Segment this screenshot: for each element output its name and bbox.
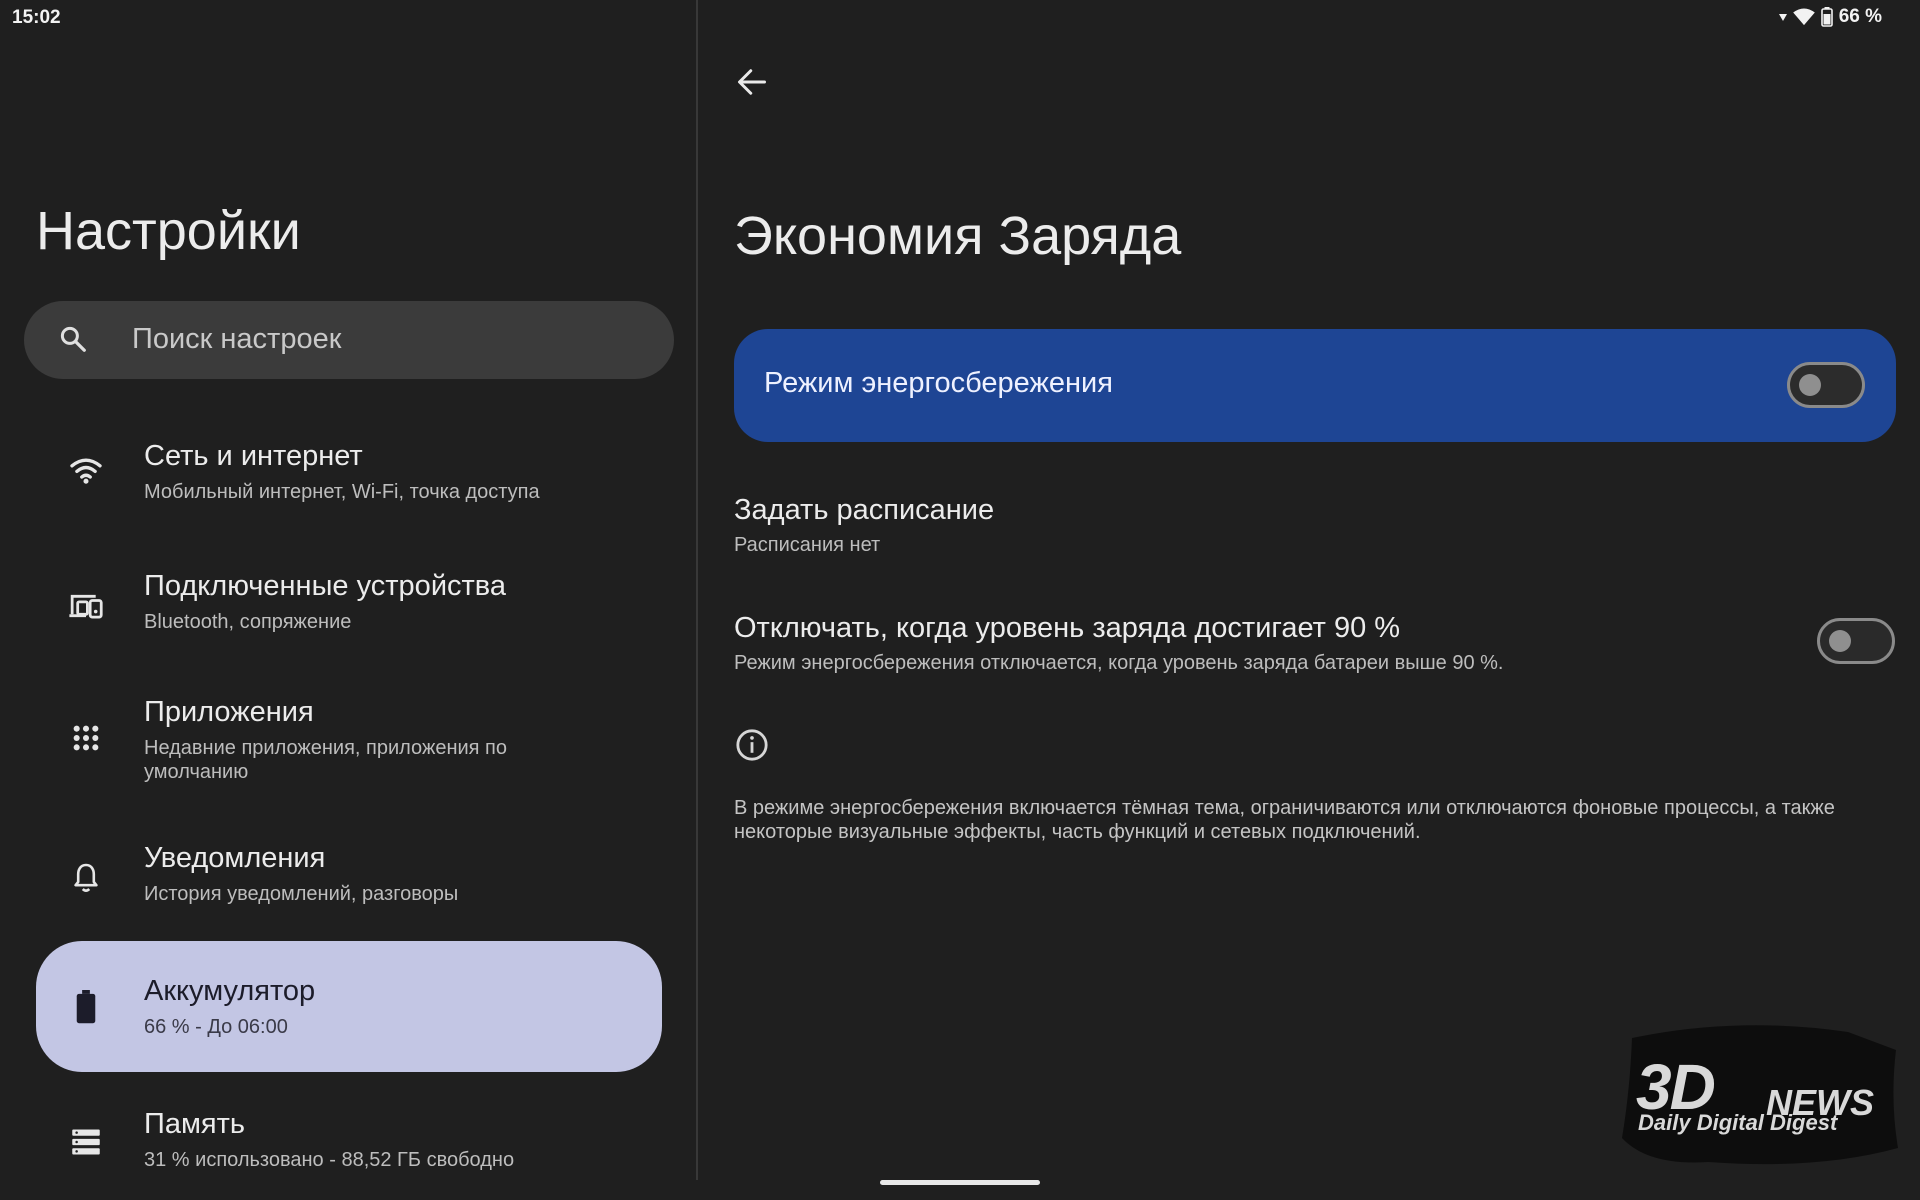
sidebar-item-subtitle: Недавние приложения, приложения по умолч… bbox=[144, 737, 507, 783]
battery-saver-label: Режим энергосбережения bbox=[764, 367, 1113, 399]
auto-off-toggle[interactable] bbox=[1817, 618, 1895, 664]
sidebar-item-notifications[interactable]: Уведомления История уведомлений, разгово… bbox=[36, 836, 662, 936]
info-icon bbox=[735, 728, 769, 762]
sidebar-item-subtitle: История уведомлений, разговоры bbox=[144, 883, 459, 905]
settings-title: Настройки bbox=[36, 201, 301, 261]
auto-off-subtitle: Режим энергосбережения отключается, когд… bbox=[734, 652, 1504, 674]
battery-saver-toggle[interactable] bbox=[1787, 362, 1865, 408]
bell-icon bbox=[66, 858, 106, 898]
search-input[interactable]: Поиск настроек bbox=[132, 323, 341, 356]
sidebar-item-battery[interactable]: Аккумулятор 66 % - До 06:00 bbox=[36, 941, 662, 1072]
settings-window: 15:02 66 % Настройки Поиск настроек Сеть… bbox=[0, 0, 1920, 1200]
sidebar-item-subtitle: 66 % - До 06:00 bbox=[144, 1016, 288, 1038]
schedule-title: Задать расписание bbox=[734, 494, 995, 526]
battery-saver-main-switch[interactable]: Режим энергосбережения bbox=[734, 329, 1896, 442]
watermark-tagline: Daily Digital Digest bbox=[1638, 1110, 1838, 1135]
sidebar-item-network[interactable]: Сеть и интернет Мобильный интернет, Wi-F… bbox=[36, 430, 662, 530]
back-button[interactable] bbox=[732, 64, 772, 104]
battery-percent: 66 % bbox=[1838, 6, 1882, 27]
settings-sidebar: Настройки Поиск настроек Сеть и интернет… bbox=[0, 0, 696, 1200]
search-bar[interactable]: Поиск настроек bbox=[24, 301, 674, 379]
storage-icon bbox=[66, 1122, 106, 1162]
status-icons: 66 % bbox=[1778, 6, 1882, 28]
sidebar-item-title: Подключенные устройства bbox=[144, 570, 507, 602]
sidebar-item-subtitle: Bluetooth, сопряжение bbox=[144, 611, 352, 633]
sidebar-item-title: Приложения bbox=[144, 696, 314, 728]
wifi-icon bbox=[66, 450, 106, 490]
sidebar-item-subtitle: Мобильный интернет, Wi-Fi, точка доступа bbox=[144, 481, 540, 503]
info-description: В режиме энергосбережения включается тём… bbox=[734, 797, 1835, 843]
page-title: Экономия Заряда bbox=[734, 206, 1182, 266]
signal-arrow-icon bbox=[1778, 12, 1787, 22]
sidebar-item-apps[interactable]: Приложения Недавние приложения, приложен… bbox=[36, 686, 662, 806]
pane-divider bbox=[696, 0, 698, 1180]
sidebar-item-connected-devices[interactable]: Подключенные устройства Bluetooth, сопря… bbox=[36, 562, 662, 662]
battery-icon bbox=[1820, 7, 1833, 27]
auto-off-title: Отключать, когда уровень заряда достигае… bbox=[734, 612, 1401, 644]
apps-grid-icon bbox=[66, 718, 106, 758]
schedule-setting[interactable]: Задать расписание Расписания нет bbox=[734, 494, 1896, 564]
toggle-knob bbox=[1799, 374, 1821, 396]
home-indicator[interactable] bbox=[880, 1180, 1040, 1185]
watermark: 3D NEWS Daily Digital Digest bbox=[1618, 1020, 1900, 1170]
sidebar-item-storage[interactable]: Память 31 % использовано - 88,52 ГБ своб… bbox=[36, 1096, 662, 1196]
sidebar-item-title: Память bbox=[144, 1108, 246, 1140]
sidebar-item-title: Сеть и интернет bbox=[144, 440, 363, 472]
sidebar-item-title: Аккумулятор bbox=[144, 975, 316, 1007]
devices-icon bbox=[66, 586, 106, 626]
toggle-knob bbox=[1829, 630, 1851, 652]
sidebar-item-subtitle: 31 % использовано - 88,52 ГБ свободно bbox=[144, 1149, 515, 1171]
arrow-back-icon bbox=[737, 68, 767, 101]
sidebar-item-title: Уведомления bbox=[144, 842, 326, 874]
battery-icon bbox=[66, 987, 106, 1027]
schedule-subtitle: Расписания нет bbox=[734, 534, 881, 556]
auto-off-setting[interactable]: Отключать, когда уровень заряда достигае… bbox=[734, 612, 1896, 682]
search-icon bbox=[58, 324, 88, 359]
wifi-icon bbox=[1792, 8, 1815, 26]
